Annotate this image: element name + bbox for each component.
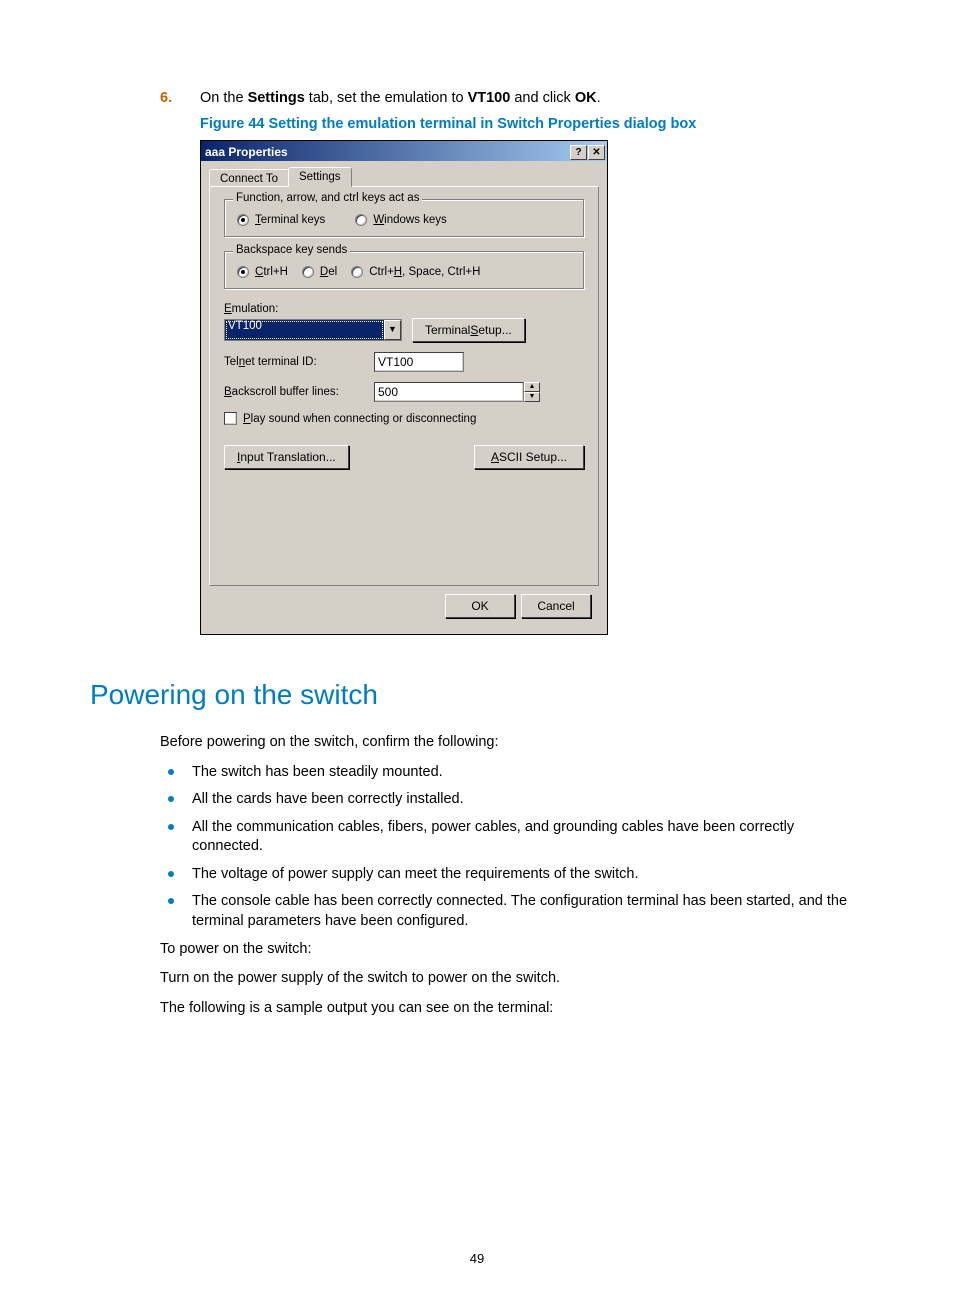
bullet-icon [168, 824, 174, 830]
legend: Function, arrow, and ctrl keys act as [233, 192, 422, 204]
dropdown-icon[interactable]: ▼ [384, 320, 401, 340]
emulation-value[interactable]: VT100 [225, 320, 384, 340]
radio-ctrl-h-space[interactable]: Ctrl+H, Space, Ctrl+H [351, 266, 480, 278]
t: tab, set the emulation to [305, 90, 468, 106]
section-heading: Powering on the switch [90, 679, 864, 711]
radio-icon [351, 266, 363, 278]
radio-icon [355, 214, 367, 226]
step-number: 6. [160, 90, 180, 106]
list-item: The switch has been steadily mounted. [160, 763, 864, 783]
playsound-label: Play sound when connecting or disconnect… [243, 413, 476, 425]
figure-caption: Figure 44 Setting the emulation terminal… [200, 116, 864, 132]
tab-settings[interactable]: Settings [288, 167, 352, 187]
bullet-list: The switch has been steadily mounted. Al… [160, 763, 864, 932]
fieldset-backspace: Backspace key sends Ctrl+H Del Ctrl+H [224, 251, 584, 289]
help-button[interactable]: ? [570, 145, 587, 160]
radio-windows-keys[interactable]: Windows keys [355, 214, 447, 226]
radio-label: erminal keys [261, 214, 326, 226]
step-text: On the Settings tab, set the emulation t… [200, 90, 864, 106]
spinner-up-icon[interactable]: ▲ [524, 382, 540, 392]
fieldset-function-keys: Function, arrow, and ctrl keys act as Te… [224, 199, 584, 237]
legend: Backspace key sends [233, 244, 350, 256]
bullet-icon [168, 769, 174, 775]
paragraph: Turn on the power supply of the switch t… [160, 969, 864, 989]
ok-button[interactable]: OK [445, 594, 515, 618]
bullet-icon [168, 898, 174, 904]
emulation-combo[interactable]: VT100 ▼ [224, 319, 402, 341]
radio-icon [237, 214, 249, 226]
b: Settings [248, 90, 305, 106]
step-6: 6. On the Settings tab, set the emulatio… [160, 90, 864, 106]
ascii-setup-button[interactable]: ASCII Setup... [474, 445, 584, 469]
radio-terminal-keys[interactable]: Terminal keys [237, 214, 325, 226]
list-item: The voltage of power supply can meet the… [160, 865, 864, 885]
emulation-label: Emulation: [224, 303, 584, 315]
radio-label: indows keys [384, 214, 447, 226]
b: OK [575, 90, 597, 106]
radio-ctrl-h[interactable]: Ctrl+H [237, 266, 288, 278]
backscroll-label: Backscroll buffer lines: [224, 386, 364, 398]
telnet-label: Telnet terminal ID: [224, 356, 364, 368]
bullet-text: All the communication cables, fibers, po… [192, 818, 864, 857]
paragraph: The following is a sample output you can… [160, 999, 864, 1019]
cancel-button[interactable]: Cancel [521, 594, 591, 618]
terminal-setup-button[interactable]: Terminal Setup... [412, 318, 525, 342]
input-translation-button[interactable]: Input Translation... [224, 445, 349, 469]
intro-text: Before powering on the switch, confirm t… [160, 733, 864, 753]
bullet-icon [168, 871, 174, 877]
bullet-text: The console cable has been correctly con… [192, 892, 864, 931]
b: VT100 [468, 90, 511, 106]
page-number: 49 [0, 1251, 954, 1266]
bullet-text: All the cards have been correctly instal… [192, 790, 464, 810]
bullet-text: The voltage of power supply can meet the… [192, 865, 639, 885]
radio-del[interactable]: Del [302, 266, 337, 278]
bullet-icon [168, 796, 174, 802]
bullet-text: The switch has been steadily mounted. [192, 763, 443, 783]
list-item: The console cable has been correctly con… [160, 892, 864, 931]
dialog-title: aaa Properties [205, 145, 569, 159]
radio-icon [302, 266, 314, 278]
list-item: All the cards have been correctly instal… [160, 790, 864, 810]
t: and click [510, 90, 574, 106]
playsound-checkbox[interactable] [224, 412, 237, 425]
list-item: All the communication cables, fibers, po… [160, 818, 864, 857]
properties-dialog: aaa Properties ? ✕ Connect To Settings F… [200, 140, 608, 635]
spinner-down-icon[interactable]: ▼ [524, 392, 540, 402]
paragraph: To power on the switch: [160, 940, 864, 960]
backscroll-input[interactable] [374, 382, 524, 402]
close-button[interactable]: ✕ [588, 145, 605, 160]
t: . [597, 90, 601, 106]
dialog-titlebar: aaa Properties ? ✕ [201, 141, 607, 161]
telnet-id-input[interactable] [374, 352, 464, 372]
radio-icon [237, 266, 249, 278]
backscroll-spinner[interactable]: ▲ ▼ [374, 382, 540, 402]
t: On the [200, 90, 248, 106]
